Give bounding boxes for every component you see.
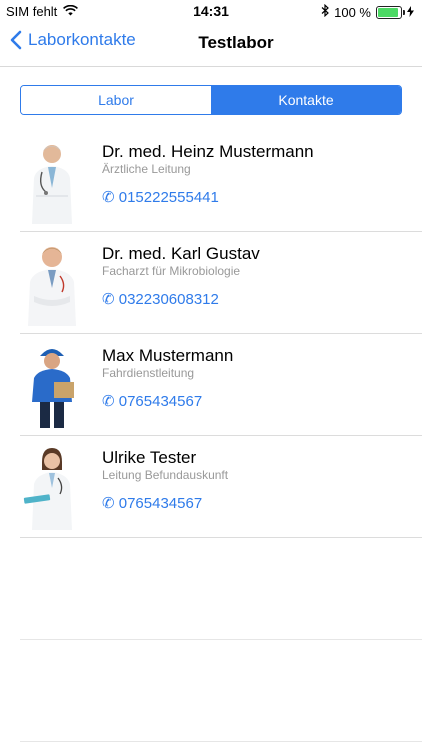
phone-link[interactable]: ✆ 0765434567 bbox=[102, 494, 202, 512]
avatar bbox=[20, 138, 84, 224]
battery-percent: 100 % bbox=[334, 4, 371, 20]
contact-list: Dr. med. Heinz Mustermann Ärztliche Leit… bbox=[20, 130, 422, 742]
contact-name: Ulrike Tester bbox=[102, 448, 197, 467]
avatar bbox=[20, 444, 84, 530]
avatar bbox=[20, 240, 84, 326]
segment-kontakte[interactable]: Kontakte bbox=[211, 86, 401, 114]
avatar bbox=[20, 342, 84, 428]
segment-labor[interactable]: Labor bbox=[21, 86, 211, 114]
contact-name: Max Mustermann bbox=[102, 346, 234, 365]
battery-icon bbox=[376, 5, 405, 19]
charging-icon bbox=[407, 5, 414, 20]
phone-link[interactable]: ✆ 015222555441 bbox=[102, 188, 219, 206]
list-item[interactable]: Max Mustermann Fahrdienstleitung ✆ 07654… bbox=[20, 334, 422, 436]
status-bar: SIM fehlt 14:31 100 % bbox=[0, 0, 422, 22]
contact-role: Facharzt für Mikrobiologie bbox=[102, 264, 241, 278]
navigation-bar: Laborkontakte Testlabor bbox=[0, 22, 422, 67]
list-item[interactable]: Dr. med. Karl Gustav Facharzt für Mikrob… bbox=[20, 232, 422, 334]
list-item[interactable]: Dr. med. Heinz Mustermann Ärztliche Leit… bbox=[20, 130, 422, 232]
list-item[interactable]: Ulrike Tester Leitung Befundauskunft ✆ 0… bbox=[20, 436, 422, 538]
contact-role: Ärztliche Leitung bbox=[102, 162, 191, 176]
page-title: Testlabor bbox=[198, 33, 274, 52]
contact-name: Dr. med. Heinz Mustermann bbox=[102, 142, 314, 161]
empty-list-row bbox=[20, 640, 422, 742]
empty-list-row bbox=[20, 538, 422, 640]
segmented-control: Labor Kontakte bbox=[20, 85, 402, 115]
contact-role: Leitung Befundauskunft bbox=[102, 468, 229, 482]
phone-link[interactable]: ✆ 0765434567 bbox=[102, 392, 202, 410]
contact-role: Fahrdienstleitung bbox=[102, 366, 195, 380]
contact-name: Dr. med. Karl Gustav bbox=[102, 244, 260, 263]
phone-link[interactable]: ✆ 032230608312 bbox=[102, 290, 219, 308]
status-right: 100 % bbox=[321, 3, 414, 20]
bluetooth-icon bbox=[321, 3, 330, 20]
